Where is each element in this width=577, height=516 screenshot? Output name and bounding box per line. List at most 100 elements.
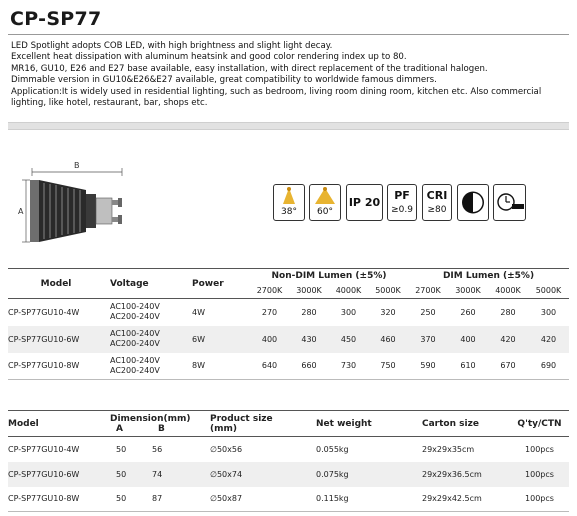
description-line: Dimmable version in GU10&E26&E27 availab… bbox=[11, 75, 437, 86]
dimension-a-header: A bbox=[116, 423, 123, 434]
beam-angle-icon: 60° bbox=[309, 184, 341, 221]
cct-header: 5000K bbox=[535, 286, 562, 296]
description-line: Excellent heat dissipation with aluminum… bbox=[11, 52, 407, 63]
dimension-table: Model Dimension(mm) A B Product size (mm)… bbox=[8, 410, 569, 512]
table-row: CP-SP77GU10-6W 50 74 ∅50x74 0.075kg 29x2… bbox=[8, 461, 569, 487]
cct-header: 4000K bbox=[335, 286, 362, 296]
qty-cell: 100pcs bbox=[525, 469, 554, 479]
model-cell: CP-SP77GU10-6W bbox=[8, 334, 80, 344]
section-divider-band bbox=[8, 122, 569, 130]
lumen-cell: 660 bbox=[301, 361, 317, 371]
dimension-b-cell: 87 bbox=[152, 494, 163, 504]
table-row: CP-SP77GU10-4W AC100-240V AC200-240V 4W 2… bbox=[8, 298, 569, 326]
lumen-cell: 320 bbox=[380, 307, 396, 317]
carton-cell: 29x29x42.5cm bbox=[422, 494, 482, 504]
table2-header-dimension: Dimension(mm) A B bbox=[104, 411, 210, 437]
carton-cell: 29x29x36.5cm bbox=[422, 469, 482, 479]
model-cell: CP-SP77GU10-4W bbox=[8, 444, 80, 454]
table1-header-model: Model bbox=[40, 278, 72, 289]
voltage-line: AC200-240V bbox=[110, 365, 160, 375]
power-cell: 8W bbox=[192, 361, 205, 371]
model-cell: CP-SP77GU10-8W bbox=[8, 361, 80, 371]
net-weight-cell: 0.115kg bbox=[316, 494, 349, 504]
voltage-line: AC100-240V bbox=[110, 329, 160, 338]
title-divider bbox=[8, 34, 569, 35]
power-factor-title: PF bbox=[394, 189, 410, 202]
model-cell: CP-SP77GU10-6W bbox=[8, 469, 80, 479]
lumen-cell: 300 bbox=[340, 307, 357, 317]
lumen-cell: 250 bbox=[420, 307, 436, 317]
description-line: LED Spotlight adopts COB LED, with high … bbox=[11, 41, 333, 51]
ip-rating-label: IP 20 bbox=[348, 196, 381, 209]
net-weight-cell: 0.075kg bbox=[316, 469, 349, 479]
dimension-a-cell: 50 bbox=[116, 444, 127, 454]
table2-header-net-weight: Net weight bbox=[316, 418, 372, 429]
table1-header-dim: DIM Lumen (±5%) bbox=[442, 271, 535, 282]
cct-header: 3000K bbox=[455, 286, 481, 296]
lumen-cell: 610 bbox=[460, 361, 476, 371]
table2-header-model: Model bbox=[8, 418, 39, 429]
dimension-a-cell: 50 bbox=[116, 469, 127, 479]
lumen-cell: 430 bbox=[301, 334, 317, 344]
dimension-b-cell: 56 bbox=[152, 444, 163, 454]
table2-header-carton: Carton size bbox=[422, 418, 479, 429]
lumen-cell: 400 bbox=[261, 334, 278, 344]
power-cell: 4W bbox=[192, 307, 205, 317]
lumen-cell: 690 bbox=[540, 361, 557, 371]
beam-angle-60-label: 60° bbox=[317, 207, 333, 217]
qty-cell: 100pcs bbox=[525, 444, 554, 454]
table-row: CP-SP77GU10-4W 50 56 ∅50x56 0.055kg 29x2… bbox=[8, 436, 569, 462]
lumen-cell: 260 bbox=[460, 307, 476, 317]
dimension-a-cell: 50 bbox=[116, 494, 127, 504]
power-factor-value: ≥0.9 bbox=[391, 205, 413, 215]
cct-header: 2700K bbox=[256, 286, 283, 296]
lumen-cell: 280 bbox=[500, 307, 516, 317]
lumen-cell: 450 bbox=[340, 334, 357, 344]
cct-header: 2700K bbox=[415, 286, 441, 296]
product-size-unit: (mm) bbox=[210, 423, 237, 434]
cri-value: ≥80 bbox=[427, 205, 447, 215]
table1-header-nondim: Non-DIM Lumen (±5%) bbox=[271, 271, 387, 282]
product-size-cell: ∅50x87 bbox=[210, 494, 243, 504]
lumen-cell: 640 bbox=[261, 361, 278, 371]
cct-header: 3000K bbox=[296, 286, 322, 296]
lumen-cell: 280 bbox=[301, 307, 317, 317]
product-title: CP-SP77 bbox=[10, 8, 102, 30]
cri-icon: CRI ≥80 bbox=[422, 184, 452, 221]
voltage-line: AC100-240V bbox=[110, 302, 160, 312]
lumen-cell: 400 bbox=[460, 334, 476, 344]
voltage-line: AC200-240V bbox=[110, 312, 160, 322]
dimension-b-header: B bbox=[158, 423, 165, 434]
net-weight-cell: 0.055kg bbox=[316, 444, 349, 454]
lumen-cell: 590 bbox=[420, 361, 436, 371]
table2-header-qty: Q'ty/CTN bbox=[517, 418, 562, 429]
beam-angle-icon: 38° bbox=[273, 184, 305, 221]
voltage-line: AC200-240V bbox=[110, 339, 160, 348]
power-cell: 6W bbox=[192, 334, 205, 344]
description-line: MR16, GU10, E26 and E27 base available, … bbox=[11, 63, 488, 74]
table1-header-voltage: Voltage bbox=[110, 278, 149, 289]
table-row: CP-SP77GU10-8W AC100-240V AC200-240V 8W 6… bbox=[8, 353, 569, 380]
beam-angle-38-label: 38° bbox=[281, 207, 297, 217]
lumen-cell: 270 bbox=[261, 307, 278, 317]
lumen-spec-table: Model Voltage Power Non-DIM Lumen (±5%) … bbox=[8, 268, 569, 380]
lumen-cell: 750 bbox=[380, 361, 396, 371]
lumen-cell: 460 bbox=[380, 334, 396, 344]
table1-header-power: Power bbox=[192, 278, 224, 289]
description-line: Application:It is widely used in residen… bbox=[11, 86, 542, 109]
carton-cell: 29x29x35cm bbox=[422, 444, 475, 454]
voltage-cell: AC100-240V AC200-240V bbox=[104, 326, 192, 353]
qty-cell: 100pcs bbox=[525, 494, 554, 504]
model-cell: CP-SP77GU10-8W bbox=[8, 494, 80, 504]
cri-title: CRI bbox=[426, 189, 448, 202]
model-cell: CP-SP77GU10-4W bbox=[8, 307, 80, 317]
lumen-cell: 370 bbox=[420, 334, 436, 344]
lumen-cell: 300 bbox=[540, 307, 557, 317]
voltage-cell: AC100-240V AC200-240V bbox=[104, 299, 192, 326]
product-description: LED Spotlight adopts COB LED, with high … bbox=[11, 41, 571, 109]
dimmable-icon bbox=[457, 184, 489, 221]
power-factor-icon: PF ≥0.9 bbox=[387, 184, 417, 221]
lumen-cell: 420 bbox=[500, 334, 516, 344]
cct-header: 5000K bbox=[375, 286, 401, 296]
lumen-cell: 730 bbox=[340, 361, 357, 371]
